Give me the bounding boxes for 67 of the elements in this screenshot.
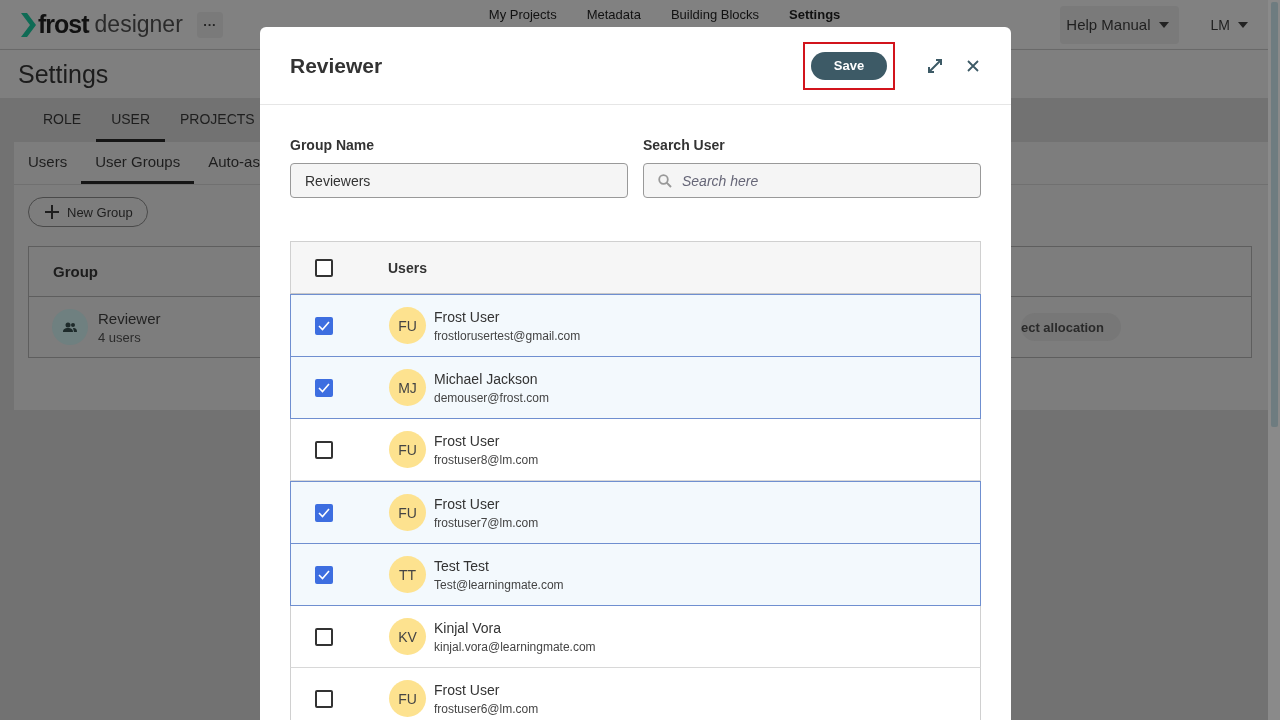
checkbox[interactable] (315, 503, 333, 522)
avatar: MJ (389, 369, 426, 406)
help-menu-button[interactable]: Help Manual (1060, 5, 1179, 44)
search-field[interactable]: Search here (643, 163, 981, 198)
nav-link[interactable]: Metadata (586, 7, 641, 22)
user-name: Test Test (434, 557, 490, 574)
logo-text: designer (94, 11, 183, 38)
logo-text: frost (38, 10, 89, 39)
checkbox[interactable] (315, 258, 333, 277)
user-name: Kinjal Vora (434, 619, 502, 636)
tab[interactable]: ROLE (28, 98, 97, 142)
group-name: Reviewer (98, 309, 161, 327)
avatar: KV (389, 618, 426, 655)
column-header: Group (53, 263, 98, 280)
page-title: Settings (18, 59, 109, 89)
column-header: Users (388, 259, 427, 276)
field-label: Group Name (290, 137, 375, 153)
dialog-title: Reviewer (290, 53, 384, 78)
people-icon (63, 322, 77, 332)
user-menu-button[interactable]: LM (1204, 15, 1254, 34)
user-row[interactable]: TT Test Test Test@learningmate.com (290, 544, 981, 606)
user-row[interactable]: MJ Michael Jackson demouser@frost.com (290, 357, 981, 419)
user-email: frostuser7@lm.com (434, 515, 539, 530)
avatar: FU (389, 307, 426, 344)
close-icon (967, 59, 979, 72)
avatar: FU (389, 431, 426, 468)
user-name: Frost User (434, 432, 501, 449)
checkbox[interactable] (315, 565, 333, 584)
user-name: Frost User (434, 681, 501, 698)
user-email: frostuser6@lm.com (434, 701, 539, 716)
more-button[interactable]: ··· (196, 11, 223, 38)
expand-icon (927, 57, 943, 74)
nav-link[interactable]: Building Blocks (670, 7, 760, 22)
sub-tab[interactable]: Auto-as (194, 142, 274, 184)
member-count: 4 users (98, 329, 142, 345)
allocation-button[interactable]: ect allocation (1020, 313, 1121, 341)
user-name: Frost User (434, 495, 501, 512)
sub-tab[interactable]: Users (14, 142, 82, 184)
user-row[interactable]: FU Frost User frostlorusertest@gmail.com (290, 294, 981, 357)
save-button[interactable]: Save (811, 51, 887, 80)
nav-link[interactable]: My Projects (488, 7, 557, 22)
avatar: FU (389, 680, 426, 717)
checkbox[interactable] (315, 378, 333, 397)
user-name: Michael Jackson (434, 370, 539, 387)
user-email: frostlorusertest@gmail.com (434, 328, 581, 343)
checkbox[interactable] (315, 316, 333, 335)
search-input[interactable]: Search here (682, 164, 966, 197)
search-icon (658, 173, 672, 188)
user-email: frostuser8@lm.com (434, 452, 539, 467)
logo-chevron-icon (20, 12, 36, 37)
checkbox[interactable] (315, 440, 333, 459)
caret-icon (1158, 21, 1169, 28)
checkbox[interactable] (315, 689, 333, 708)
user-email: kinjal.vora@learningmate.com (434, 639, 596, 654)
avatar: FU (389, 494, 426, 531)
user-email: demouser@frost.com (434, 390, 549, 405)
nav-link[interactable]: Settings (789, 7, 841, 22)
user-name: Frost User (434, 308, 501, 325)
field-label: Search User (643, 137, 726, 153)
avatar: TT (389, 556, 426, 593)
sub-tab[interactable]: User Groups (81, 142, 195, 184)
user-email: Test@learningmate.com (434, 577, 564, 592)
caret-icon (1238, 21, 1248, 28)
user-row[interactable]: FU Frost User frostuser7@lm.com (290, 481, 981, 544)
plus-icon (45, 205, 59, 219)
checkbox[interactable] (315, 627, 333, 646)
tab[interactable]: PROJECTS (165, 98, 270, 142)
